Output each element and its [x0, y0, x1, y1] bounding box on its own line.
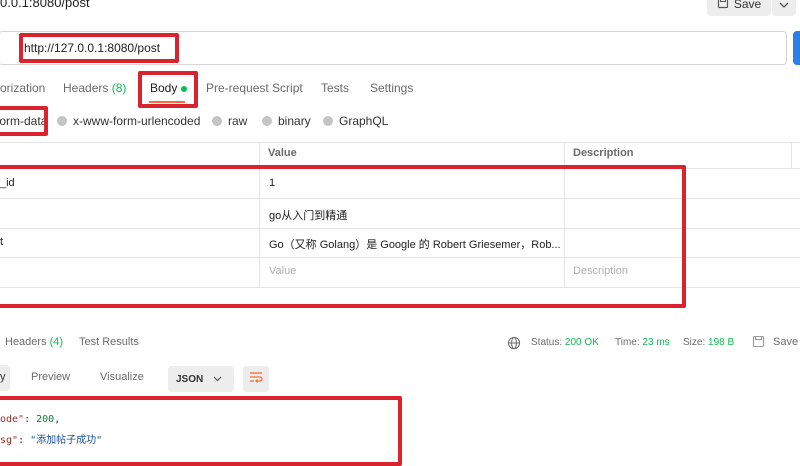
body-type-urlencoded[interactable]: x-www-form-urlencoded	[57, 114, 200, 128]
view-tab-preview[interactable]: Preview	[31, 371, 70, 383]
tab-headers-count: (8)	[111, 81, 127, 95]
tab-body-label: Body	[150, 81, 178, 95]
radio-icon	[323, 116, 333, 126]
response-tab-headers[interactable]: Headers (4)	[5, 336, 63, 348]
status-indicator: Status: 200 OK	[531, 337, 599, 348]
response-headers-label: Headers	[5, 336, 47, 348]
binary-label: binary	[278, 114, 311, 128]
table-cell-value[interactable]: 1	[269, 177, 275, 189]
urlencoded-label: x-www-form-urlencoded	[73, 114, 201, 128]
globe-icon[interactable]	[507, 336, 521, 355]
url-text: http://127.0.0.1:8080/post	[24, 41, 161, 55]
save-button[interactable]: Save	[707, 0, 771, 16]
graphql-label: GraphQL	[339, 114, 389, 128]
response-headers-count: (4)	[49, 336, 64, 348]
time-value: 23 ms	[642, 337, 670, 348]
tab-prerequest-script[interactable]: Pre-request Script	[206, 81, 303, 95]
form-data-label: form-data	[0, 114, 48, 128]
radio-icon	[57, 116, 67, 126]
table-cell-key[interactable]: t	[0, 236, 3, 248]
view-tab-pretty[interactable]: y	[0, 365, 10, 391]
tab-headers-label: Headers	[63, 81, 109, 95]
tab-authorization[interactable]: orization	[0, 81, 45, 95]
table-cell-value[interactable]: go从入门到精通	[269, 207, 347, 223]
table-cell-value[interactable]: Go（又称 Golang）是 Google 的 Robert Griesemer…	[269, 236, 561, 252]
size-label: Size:	[683, 337, 706, 348]
body-type-binary[interactable]: binary	[262, 114, 311, 128]
response-body-line: ode": 200,	[0, 414, 61, 425]
description-placeholder[interactable]: Description	[573, 265, 628, 277]
status-value: 200 OK	[564, 337, 599, 348]
raw-label: raw	[228, 114, 248, 128]
size-value: 198 B	[708, 337, 735, 348]
response-tab-test-results[interactable]: Test Results	[79, 336, 139, 348]
chevron-down-icon	[779, 0, 789, 13]
modified-dot-icon	[181, 85, 188, 92]
column-header-value: Value	[268, 147, 297, 159]
status-label: Status:	[531, 337, 563, 348]
radio-icon	[212, 116, 222, 126]
active-tab-indicator	[149, 101, 185, 103]
tab-headers[interactable]: Headers (8)	[63, 81, 126, 95]
value-placeholder[interactable]: Value	[269, 265, 296, 277]
size-indicator: Size: 198 B	[683, 337, 734, 348]
tab-body[interactable]: Body	[150, 81, 188, 95]
body-type-graphql[interactable]: GraphQL	[323, 114, 388, 128]
wrap-lines-icon	[249, 370, 263, 388]
chevron-down-icon	[213, 374, 222, 385]
radio-icon	[262, 116, 272, 126]
save-response-button[interactable]: Save	[773, 336, 798, 348]
time-label: Time:	[615, 337, 640, 348]
column-header-description: Description	[573, 147, 634, 159]
format-select[interactable]: JSON	[168, 366, 234, 392]
tab-tests[interactable]: Tests	[321, 81, 349, 95]
tab-settings[interactable]: Settings	[370, 81, 413, 95]
response-body-line: sg": "添加帖子成功"	[0, 435, 103, 446]
body-type-raw[interactable]: raw	[212, 114, 247, 128]
table-cell-key[interactable]: _id	[0, 177, 15, 189]
pretty-label: y	[0, 371, 6, 383]
save-options-button[interactable]	[772, 0, 796, 16]
wrap-lines-button[interactable]	[243, 366, 269, 392]
send-button[interactable]	[793, 31, 800, 65]
request-title: 0.0.1:8080/post	[0, 0, 90, 10]
format-value: JSON	[176, 373, 204, 385]
view-tab-visualize[interactable]: Visualize	[100, 371, 144, 383]
save-response-icon[interactable]	[752, 335, 765, 353]
time-indicator: Time: 23 ms	[615, 337, 670, 348]
save-label: Save	[733, 0, 762, 11]
body-type-form-data[interactable]: form-data	[0, 114, 47, 128]
save-icon	[717, 0, 729, 12]
